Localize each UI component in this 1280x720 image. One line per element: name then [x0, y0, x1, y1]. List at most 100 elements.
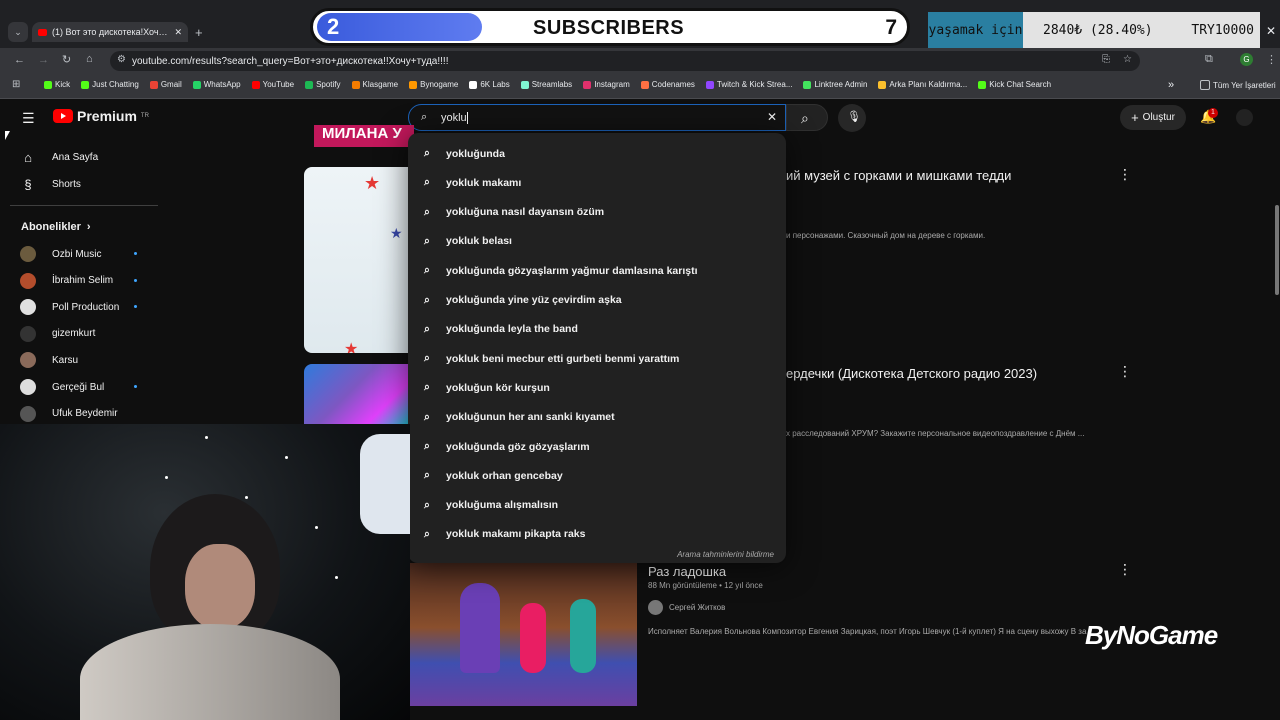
result-menu-icon[interactable]: ⋮ [1118, 561, 1132, 578]
bookmark-item[interactable]: Linktree Admin [803, 80, 867, 89]
result-title-1[interactable]: ий музей с горками и мишками тедди [786, 168, 1011, 183]
bookmark-item[interactable]: Streamlabs [520, 80, 572, 89]
forward-arrow-icon[interactable]: → [38, 54, 49, 66]
extensions-icon[interactable]: ⧉ [1205, 53, 1213, 66]
browser-menu-icon[interactable]: ⋮ [1266, 53, 1277, 66]
bookmark-item[interactable]: Kick Chat Search [978, 80, 1051, 89]
clear-search-icon[interactable]: ✕ [767, 110, 777, 124]
search-button[interactable]: ⌕ [786, 104, 828, 131]
sidebar-channel-item[interactable]: Poll Production [20, 294, 160, 320]
result-thumbnail-2[interactable] [304, 364, 408, 424]
bookmark-item[interactable]: Kick [44, 80, 70, 89]
window-close-icon[interactable]: ✕ [1266, 24, 1276, 38]
youtube-logo[interactable]: Premium TR [53, 108, 149, 124]
result-thumbnail-1[interactable]: ★ ★ ★ [304, 167, 408, 353]
bookmark-item[interactable]: Spotify [305, 80, 341, 89]
search-icon: ⌕ [424, 527, 430, 540]
suggestion-text: yokluk belası [446, 235, 512, 248]
account-avatar[interactable] [1236, 109, 1253, 126]
suggestion-text: yokluğuna nasıl dayansın özüm [446, 206, 605, 219]
browser-tab-youtube[interactable]: (1) Вот это дискотека!Хочу ту ✕ [32, 22, 188, 42]
sidebar-channel-item[interactable]: İbrahim Selim [20, 268, 160, 294]
bookmark-item[interactable]: Twitch & Kick Strea... [705, 80, 792, 89]
search-suggestion[interactable]: ⌕ yokluğunda [408, 139, 786, 168]
new-tab-button[interactable]: + [195, 25, 203, 40]
result-menu-icon[interactable]: ⋮ [1118, 363, 1132, 380]
webcam-overlay [0, 424, 410, 720]
site-info-icon[interactable]: ⚙ [117, 54, 126, 65]
bookmark-item[interactable]: Bynogame [409, 80, 458, 89]
address-url: youtube.com/results?search_query=Вот+это… [132, 55, 449, 67]
sidebar-channel-item[interactable]: Karsu [20, 347, 160, 373]
back-arrow-icon[interactable]: ← [14, 54, 25, 66]
search-suggestion[interactable]: ⌕ yokluk belası [408, 227, 786, 256]
sidebar-channel-item[interactable]: Ozbi Music [20, 241, 160, 267]
streamer-sweater [80, 624, 340, 720]
subscriptions-header[interactable]: Abonelikler › [21, 221, 91, 233]
bookmark-label: Bynogame [420, 80, 459, 89]
tab-search-button[interactable]: ⌄ [8, 22, 28, 42]
bookmark-item[interactable]: Klasgame [351, 80, 398, 89]
bookmark-list: Kick Just Chatting Gmail WhatsApp YouTube Spo… [44, 80, 1051, 89]
profile-avatar[interactable]: G [1240, 53, 1253, 66]
address-bar[interactable]: ⚙ youtube.com/results?search_query=Вот+э… [110, 51, 1140, 71]
report-predictions-link[interactable]: Arama tahminlerini bildirme [677, 550, 774, 559]
search-icon: ⌕ [424, 293, 430, 306]
bookmark-item[interactable]: Arka Planı Kaldırma... [878, 80, 967, 89]
donation-ticker-label: yaşamak için [928, 12, 1023, 48]
search-suggestion[interactable]: ⌕ yokluk makamı pikapta raks [408, 520, 786, 549]
suggestion-text: yokluk orhan gencebay [446, 469, 563, 482]
sidebar-channel-item[interactable]: Gerçeği Bul [20, 374, 160, 400]
subscriber-goal: 7 [885, 16, 897, 39]
bookmark-item[interactable]: YouTube [251, 80, 294, 89]
bookmark-favicon-icon [705, 80, 714, 89]
search-suggestion[interactable]: ⌕ yokluğunun her anı sanki kıyamet [408, 403, 786, 432]
bookmark-item[interactable]: Just Chatting [81, 80, 139, 89]
search-suggestion[interactable]: ⌕ yokluğunda leyla the band [408, 315, 786, 344]
bookmark-item[interactable]: 6K Labs [469, 80, 510, 89]
reload-icon[interactable]: ↻ [62, 53, 71, 66]
bookmark-item[interactable]: Gmail [149, 80, 182, 89]
sidebar-item-shorts[interactable]: § Shorts [20, 171, 160, 197]
tab-close-icon[interactable]: ✕ [174, 27, 182, 38]
search-suggestion[interactable]: ⌕ yokluğuma alışmalısın [408, 491, 786, 520]
search-suggestion[interactable]: ⌕ yokluğunda gözyaşlarım yağmur damlasına… [408, 256, 786, 285]
search-suggestion[interactable]: ⌕ yokluk makamı [408, 168, 786, 197]
page-scrollbar[interactable] [1275, 205, 1279, 295]
search-suggestion[interactable]: ⌕ yokluk orhan gencebay [408, 461, 786, 490]
result-menu-icon[interactable]: ⋮ [1118, 166, 1132, 183]
apps-grid-icon[interactable]: ⊞ [12, 79, 20, 90]
text-cursor [466, 111, 468, 124]
hamburger-menu-icon[interactable]: ☰ [22, 110, 35, 127]
bookmark-label: Linktree Admin [814, 80, 868, 89]
search-icon: ⌕ [424, 147, 430, 159]
result-title-2[interactable]: ердечки (Дискотека Детского радио 2023) [786, 366, 1037, 381]
bookmark-label: Arka Planı Kaldırma... [889, 80, 968, 89]
create-button[interactable]: + Oluştur [1120, 105, 1186, 130]
install-icon[interactable]: ⎘ [1102, 54, 1110, 65]
all-bookmarks-folder[interactable]: Tüm Yer İşaretleri [1200, 80, 1276, 90]
search-input[interactable]: ⌕ yoklu ✕ [408, 104, 786, 131]
result-title-3[interactable]: Раз ладошка [648, 564, 726, 579]
result-channel-3[interactable]: Сергей Житков [648, 600, 725, 615]
sidebar-channel-item[interactable]: gizemkurt [20, 321, 160, 347]
suggestion-text: yokluğunda yine yüz çevirdim aşka [446, 294, 622, 306]
result-thumbnail-3[interactable] [410, 563, 637, 706]
suggestion-text: yokluğuma alışmalısın [446, 499, 559, 512]
sidebar-item-home[interactable]: ⌂ Ana Sayfa [20, 144, 160, 170]
search-suggestions-dropdown: ⌕ yokluğunda ⌕ yokluk makamı ⌕ yokluğuna nası… [408, 133, 786, 563]
search-suggestion[interactable]: ⌕ yokluk beni mecbur etti gurbeti benmi y… [408, 344, 786, 373]
bookmark-item[interactable]: Instagram [583, 80, 630, 89]
bookmark-item[interactable]: WhatsApp [192, 80, 241, 89]
home-icon[interactable]: ⌂ [86, 53, 93, 65]
search-suggestion[interactable]: ⌕ yokluğun kör kurşun [408, 373, 786, 402]
search-suggestion[interactable]: ⌕ yokluğunda göz gözyaşlarım [408, 432, 786, 461]
sidebar-channel-item[interactable]: Ufuk Beydemir [20, 401, 160, 427]
bookmarks-overflow-icon[interactable]: » [1168, 79, 1174, 91]
search-suggestion[interactable]: ⌕ yokluğuna nasıl dayansın özüm [408, 198, 786, 227]
bookmark-item[interactable]: Codenames [640, 80, 695, 89]
search-suggestion[interactable]: ⌕ yokluğunda yine yüz çevirdim aşka [408, 286, 786, 315]
voice-search-button[interactable]: 🎙 [838, 104, 866, 132]
bookmark-star-icon[interactable]: ☆ [1123, 54, 1132, 65]
bookmark-label: Gmail [160, 80, 182, 89]
